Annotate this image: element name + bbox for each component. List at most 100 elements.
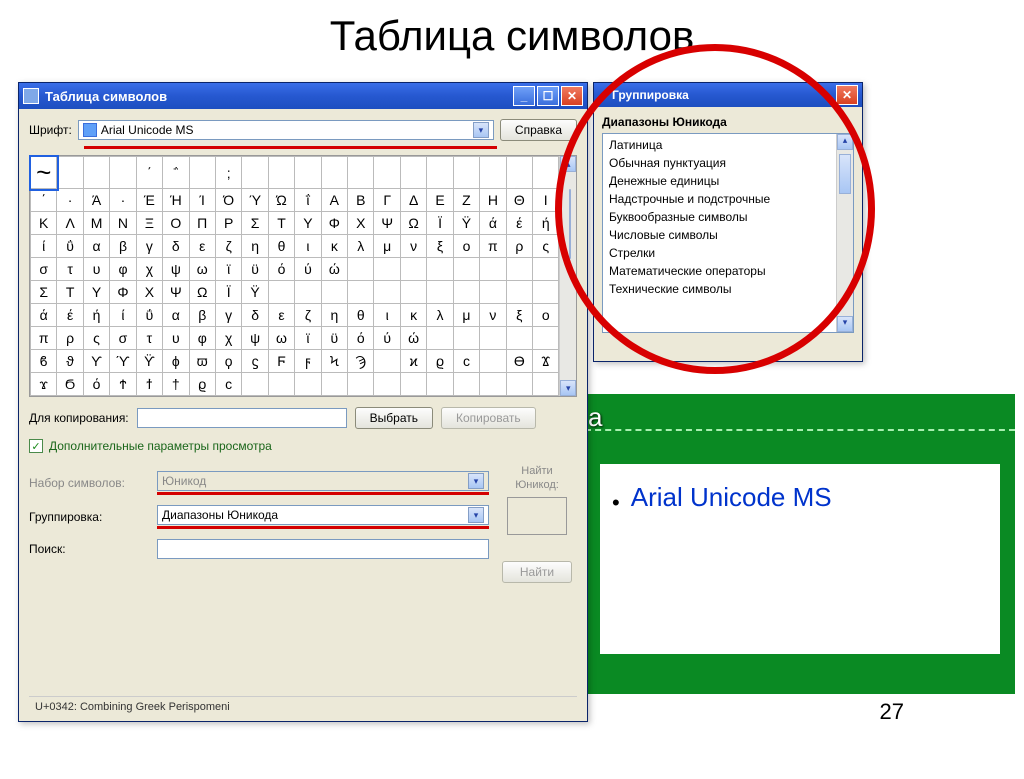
char-cell[interactable] bbox=[506, 281, 532, 304]
char-cell[interactable]: ϰ bbox=[400, 350, 426, 373]
char-cell[interactable]: Ι bbox=[533, 189, 559, 212]
char-cell[interactable]: Σ bbox=[242, 212, 268, 235]
char-cell[interactable]: ι bbox=[374, 304, 400, 327]
char-cell[interactable]: ϕ bbox=[163, 350, 189, 373]
char-cell[interactable]: ά bbox=[31, 304, 57, 327]
char-cell[interactable]: Ε bbox=[427, 189, 453, 212]
char-cell[interactable]: · bbox=[57, 189, 83, 212]
char-cell[interactable]: σ bbox=[110, 327, 136, 350]
char-cell[interactable] bbox=[427, 281, 453, 304]
char-cell[interactable]: Ω bbox=[400, 212, 426, 235]
char-cell[interactable] bbox=[374, 258, 400, 281]
char-cell[interactable]: ~ bbox=[31, 157, 57, 189]
char-cell[interactable]: ϓ bbox=[110, 350, 136, 373]
char-cell[interactable]: ς bbox=[83, 327, 109, 350]
char-cell[interactable]: δ bbox=[242, 304, 268, 327]
char-cell[interactable] bbox=[506, 157, 532, 189]
grouping-item[interactable]: Буквообразные символы bbox=[605, 208, 834, 226]
char-cell[interactable]: α bbox=[163, 304, 189, 327]
char-cell[interactable]: θ bbox=[268, 235, 294, 258]
char-cell[interactable] bbox=[400, 373, 426, 396]
char-cell[interactable]: σ bbox=[31, 258, 57, 281]
char-cell[interactable]: Ϋ bbox=[453, 212, 479, 235]
char-cell[interactable] bbox=[400, 258, 426, 281]
char-cell[interactable] bbox=[453, 373, 479, 396]
char-cell[interactable]: Π bbox=[189, 212, 215, 235]
find-unicode-box[interactable] bbox=[507, 497, 567, 535]
char-cell[interactable] bbox=[321, 373, 347, 396]
char-cell[interactable]: Ξ bbox=[136, 212, 162, 235]
char-cell[interactable]: κ bbox=[400, 304, 426, 327]
maximize-button[interactable]: ☐ bbox=[537, 86, 559, 106]
char-cell[interactable] bbox=[374, 373, 400, 396]
find-button[interactable]: Найти bbox=[502, 561, 572, 583]
char-cell[interactable]: ϑ bbox=[57, 350, 83, 373]
char-cell[interactable]: ΐ bbox=[295, 189, 321, 212]
char-cell[interactable]: λ bbox=[427, 304, 453, 327]
char-cell[interactable]: ϲ bbox=[453, 350, 479, 373]
chevron-down-icon[interactable]: ▾ bbox=[468, 507, 484, 523]
char-cell[interactable]: ϴ bbox=[506, 350, 532, 373]
char-cell[interactable] bbox=[533, 258, 559, 281]
char-cell[interactable]: π bbox=[31, 327, 57, 350]
char-cell[interactable]: ϖ bbox=[189, 350, 215, 373]
char-cell[interactable]: ς bbox=[533, 235, 559, 258]
char-cell[interactable]: φ bbox=[110, 258, 136, 281]
scroll-up-icon[interactable]: ▴ bbox=[560, 156, 576, 172]
char-cell[interactable]: μ bbox=[453, 304, 479, 327]
grid-scrollbar[interactable]: ▴ ▾ bbox=[559, 156, 576, 396]
char-cell[interactable] bbox=[83, 157, 109, 189]
char-cell[interactable] bbox=[453, 327, 479, 350]
char-cell[interactable]: γ bbox=[136, 235, 162, 258]
grouping-item[interactable]: Математические операторы bbox=[605, 262, 834, 280]
char-cell[interactable]: ϐ bbox=[31, 350, 57, 373]
char-cell[interactable]: τ bbox=[57, 258, 83, 281]
char-cell[interactable] bbox=[533, 327, 559, 350]
char-cell[interactable]: Β bbox=[348, 189, 374, 212]
char-cell[interactable]: Λ bbox=[57, 212, 83, 235]
char-cell[interactable]: ί bbox=[31, 235, 57, 258]
char-cell[interactable]: ΰ bbox=[136, 304, 162, 327]
char-cell[interactable] bbox=[242, 157, 268, 189]
char-cell[interactable]: ω bbox=[268, 327, 294, 350]
char-cell[interactable]: ϱ bbox=[427, 350, 453, 373]
char-cell[interactable]: ΅ bbox=[163, 157, 189, 189]
grouping-item[interactable]: Стрелки bbox=[605, 244, 834, 262]
char-cell[interactable]: ί bbox=[110, 304, 136, 327]
char-cell[interactable]: ϝ bbox=[295, 350, 321, 373]
char-cell[interactable] bbox=[321, 281, 347, 304]
char-cell[interactable] bbox=[268, 281, 294, 304]
char-cell[interactable] bbox=[321, 157, 347, 189]
char-cell[interactable]: υ bbox=[163, 327, 189, 350]
char-cell[interactable] bbox=[533, 157, 559, 189]
copy-button[interactable]: Копировать bbox=[441, 407, 536, 429]
char-cell[interactable]: Τ bbox=[268, 212, 294, 235]
char-cell[interactable]: α bbox=[83, 235, 109, 258]
char-cell[interactable]: ϛ bbox=[242, 350, 268, 373]
char-cell[interactable] bbox=[400, 157, 426, 189]
char-cell[interactable]: ϊ bbox=[295, 327, 321, 350]
char-cell[interactable] bbox=[506, 327, 532, 350]
char-cell[interactable]: χ bbox=[136, 258, 162, 281]
char-cell[interactable] bbox=[189, 157, 215, 189]
char-cell[interactable]: ΄ bbox=[31, 189, 57, 212]
char-cell[interactable] bbox=[348, 258, 374, 281]
char-cell[interactable]: Η bbox=[480, 189, 506, 212]
char-cell[interactable]: Σ bbox=[31, 281, 57, 304]
char-cell[interactable] bbox=[374, 350, 400, 373]
grouping-item[interactable]: Числовые символы bbox=[605, 226, 834, 244]
char-cell[interactable]: ο bbox=[533, 304, 559, 327]
char-cell[interactable] bbox=[453, 281, 479, 304]
char-cell[interactable]: Ϭ bbox=[57, 373, 83, 396]
char-cell[interactable]: Ϊ bbox=[427, 212, 453, 235]
close-button[interactable]: ✕ bbox=[561, 86, 583, 106]
choose-button[interactable]: Выбрать bbox=[355, 407, 433, 429]
char-cell[interactable] bbox=[480, 157, 506, 189]
char-cell[interactable]: ή bbox=[533, 212, 559, 235]
char-cell[interactable]: ψ bbox=[242, 327, 268, 350]
char-cell[interactable]: Υ bbox=[295, 212, 321, 235]
char-cell[interactable]: η bbox=[321, 304, 347, 327]
char-cell[interactable]: ο bbox=[453, 235, 479, 258]
scroll-down-icon[interactable]: ▾ bbox=[560, 380, 576, 396]
char-cell[interactable]: θ bbox=[348, 304, 374, 327]
